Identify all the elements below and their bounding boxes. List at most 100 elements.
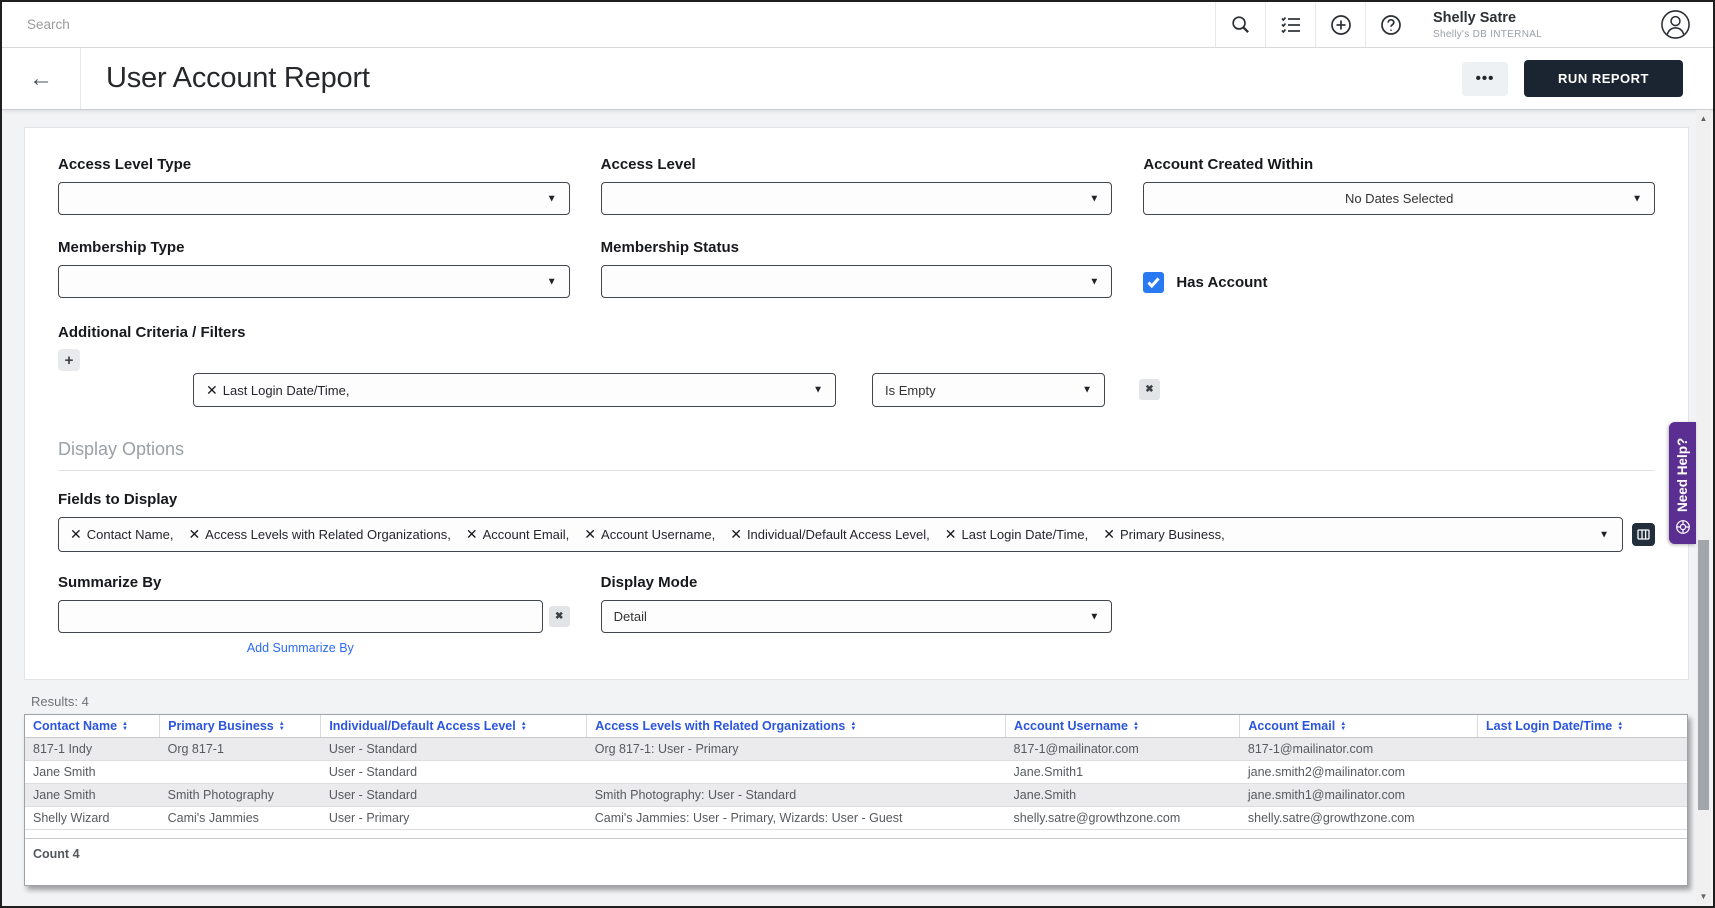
help-icon[interactable] [1365,2,1415,47]
remove-token-icon[interactable]: ✕ [730,526,742,542]
remove-criteria-button[interactable]: ✖ [1139,379,1160,400]
access-level-type-label: Access Level Type [58,156,570,173]
table-row[interactable]: Jane SmithUser - StandardJane.Smith1jane… [25,761,1687,784]
chevron-down-icon: ▼ [1632,193,1642,204]
sort-icon: ▲▼ [850,722,856,732]
remove-token-icon[interactable]: ✕ [1103,526,1115,542]
search-icon[interactable] [1215,2,1265,47]
add-icon[interactable] [1315,2,1365,47]
more-options-button[interactable]: ••• [1462,62,1508,96]
field-token: ✕Access Levels with Related Organization… [188,526,450,543]
table-cell: User - Standard [321,761,587,784]
sort-icon: ▲▼ [1133,722,1139,732]
table-cell: Smith Photography: User - Standard [587,784,1006,807]
count-label: Count 4 [25,839,1687,886]
user-info[interactable]: Shelly Satre Shelly's DB INTERNAL [1415,2,1565,47]
fields-to-display-row: ✕Contact Name, ✕Access Levels with Relate… [58,517,1655,552]
results-table: Contact Name▲▼Primary Business▲▼Individu… [25,715,1687,885]
clear-summarize-button[interactable]: ✖ [549,606,570,627]
table-cell: shelly.satre@growthzone.com [1240,807,1478,830]
table-cell [1478,738,1687,761]
criteria-operator-dropdown[interactable]: Is Empty ▼ [872,373,1105,407]
has-account-checkbox[interactable] [1143,272,1164,293]
remove-token-icon[interactable]: ✕ [466,526,478,542]
results-table-container: Contact Name▲▼Primary Business▲▼Individu… [24,714,1688,886]
table-row[interactable]: Jane SmithSmith PhotographyUser - Standa… [25,784,1687,807]
criteria-field-dropdown[interactable]: ✕Last Login Date/Time, ▼ [193,373,836,407]
sort-icon: ▲▼ [1340,722,1346,732]
membership-status-dropdown[interactable]: ▼ [601,265,1113,298]
field-display-mode: Display Mode Detail ▼ [601,574,1113,655]
column-header[interactable]: Contact Name▲▼ [25,715,160,738]
search-input[interactable] [27,2,1215,47]
remove-token-icon[interactable]: ✕ [584,526,596,542]
need-help-label: Need Help? [1675,438,1690,512]
remove-token-icon[interactable]: ✕ [188,526,200,542]
chevron-down-icon: ▼ [547,276,557,287]
display-mode-dropdown[interactable]: Detail ▼ [601,600,1113,633]
app-window: Shelly Satre Shelly's DB INTERNAL ← User… [0,0,1715,908]
summarize-by-input[interactable] [58,600,543,633]
account-created-within-dropdown[interactable]: No Dates Selected ▼ [1143,182,1655,215]
table-row[interactable]: Shelly WizardCami's JammiesUser - Primar… [25,807,1687,830]
scroll-down-arrow[interactable]: ▼ [1696,888,1711,904]
table-row[interactable]: 817-1 IndyOrg 817-1User - StandardOrg 81… [25,738,1687,761]
field-token: ✕Last Login Date/Time, [945,526,1088,543]
account-created-within-value: No Dates Selected [1345,191,1453,206]
table-cell: User - Standard [321,738,587,761]
membership-type-dropdown[interactable]: ▼ [58,265,570,298]
table-cell: Cami's Jammies [160,807,321,830]
table-cell: 817-1@mailinator.com [1006,738,1240,761]
display-mode-label: Display Mode [601,574,1113,591]
table-cell [160,761,321,784]
sort-icon: ▲▼ [521,722,527,732]
add-criteria-button[interactable]: + [58,349,80,371]
scroll-up-arrow[interactable]: ▲ [1696,110,1711,126]
field-membership-type: Membership Type ▼ [58,239,570,298]
checklist-icon[interactable] [1265,2,1315,47]
table-cell: jane.smith1@mailinator.com [1240,784,1478,807]
display-options-title: Display Options [58,439,1655,460]
chevron-down-icon: ▼ [1089,276,1099,287]
page-title: User Account Report [106,62,370,95]
column-header[interactable]: Last Login Date/Time▲▼ [1478,715,1687,738]
access-level-dropdown[interactable]: ▼ [601,182,1113,215]
user-name: Shelly Satre [1433,10,1547,27]
table-cell: Jane.Smith1 [1006,761,1240,784]
chevron-down-icon: ▼ [1082,385,1092,396]
column-header[interactable]: Primary Business▲▼ [160,715,321,738]
table-cell: Org 817-1 [160,738,321,761]
remove-token-icon[interactable]: ✕ [945,526,957,542]
additional-criteria-section: Additional Criteria / Filters + ✕Last Lo… [58,324,1655,407]
field-token: ✕Contact Name, [70,526,173,543]
run-report-button[interactable]: RUN REPORT [1524,60,1683,97]
summarize-by-label: Summarize By [58,574,570,591]
field-summarize-by: Summarize By ✖ Add Summarize By [58,574,570,655]
add-summarize-by-link[interactable]: Add Summarize By [58,641,543,655]
column-header[interactable]: Account Email▲▼ [1240,715,1478,738]
table-cell: Jane Smith [25,784,160,807]
table-cell: Cami's Jammies: User - Primary, Wizards:… [587,807,1006,830]
chevron-down-icon: ▼ [547,193,557,204]
table-cell: Org 817-1: User - Primary [587,738,1006,761]
account-created-within-label: Account Created Within [1143,156,1655,173]
avatar[interactable] [1565,2,1713,47]
criteria-operator-value: Is Empty [885,383,936,398]
access-level-type-dropdown[interactable]: ▼ [58,182,570,215]
column-header[interactable]: Account Username▲▼ [1006,715,1240,738]
field-membership-status: Membership Status ▼ [601,239,1113,298]
table-cell [587,761,1006,784]
vertical-scrollbar[interactable]: ▲ ▼ [1696,110,1711,904]
fields-to-display-multiselect[interactable]: ✕Contact Name, ✕Access Levels with Relate… [58,517,1623,552]
column-header[interactable]: Access Levels with Related Organizations… [587,715,1006,738]
column-header[interactable]: Individual/Default Access Level▲▼ [321,715,587,738]
field-has-account: Has Account [1143,239,1655,298]
remove-token-icon[interactable]: ✕ [206,382,218,398]
field-token: ✕Individual/Default Access Level, [730,526,930,543]
column-layout-button[interactable] [1632,523,1655,546]
back-button[interactable]: ← [2,48,81,109]
field-access-level: Access Level ▼ [601,156,1113,215]
need-help-tab[interactable]: Need Help? [1669,422,1696,544]
remove-token-icon[interactable]: ✕ [70,526,82,542]
scrollbar-thumb[interactable] [1698,540,1709,810]
